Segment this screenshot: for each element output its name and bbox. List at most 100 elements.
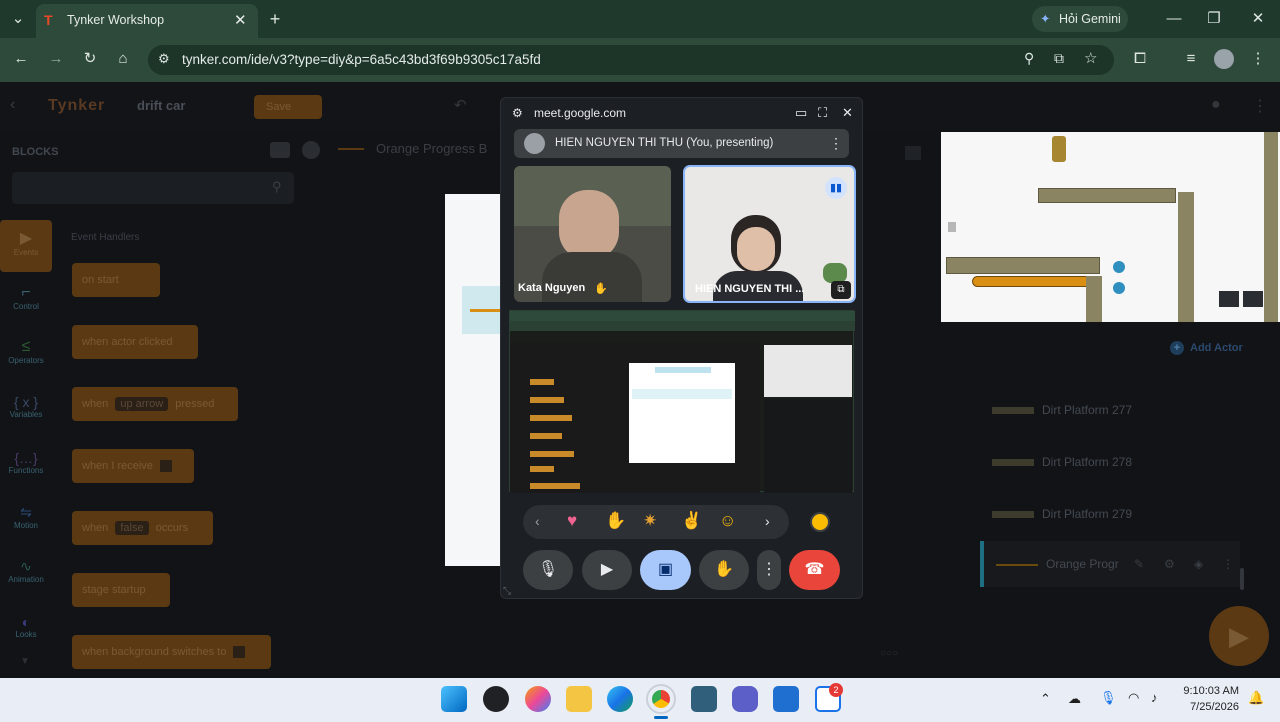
- thumbs-up-reaction-icon[interactable]: ✋: [605, 511, 626, 531]
- add-block-icon[interactable]: [302, 141, 320, 159]
- tab-search-icon[interactable]: ⌄: [8, 9, 28, 29]
- reload-icon[interactable]: ↻: [80, 49, 100, 69]
- code-toggle-icon[interactable]: [905, 146, 921, 160]
- terminal-icon[interactable]: [691, 686, 717, 712]
- cloud-sync-icon[interactable]: ☁: [1068, 691, 1081, 707]
- search-icon[interactable]: ⚲: [272, 179, 282, 195]
- settings-icon[interactable]: ⚙: [1164, 541, 1175, 587]
- clapping-reaction-icon[interactable]: ✌: [681, 511, 702, 531]
- block-when-i-receive[interactable]: when I receive: [72, 449, 194, 483]
- actor-row[interactable]: Dirt Platform 278: [980, 439, 1240, 485]
- address-bar[interactable]: ⚙ tynker.com/ide/v3?type=diy&p=6a5c43bd3…: [148, 45, 1114, 75]
- tynker-back-icon[interactable]: ‹: [10, 96, 15, 114]
- tynker-menu-icon[interactable]: ⋮: [1252, 96, 1268, 116]
- close-tab-icon[interactable]: ✕: [234, 11, 247, 29]
- pip-expand-icon[interactable]: ⛶: [818, 105, 827, 121]
- meet-site-icon[interactable]: ⚙: [512, 106, 523, 120]
- browser-tab[interactable]: T Tynker Workshop ✕: [36, 4, 258, 38]
- stage-grid-icon[interactable]: [1219, 291, 1239, 307]
- scroll-down-icon[interactable]: ▼: [20, 656, 30, 667]
- save-button[interactable]: Save: [254, 95, 322, 119]
- actor-list-scrollbar[interactable]: [1240, 568, 1244, 590]
- edge-icon[interactable]: [607, 686, 633, 712]
- add-actor-button[interactable]: + Add Actor: [1170, 341, 1243, 355]
- actor-row-selected[interactable]: Orange Progr ✎ ⚙ ◈ ⋮: [980, 541, 1240, 587]
- store-icon[interactable]: [773, 686, 799, 712]
- reactions-next-icon[interactable]: ›: [765, 513, 770, 529]
- install-app-icon[interactable]: ⧉: [1054, 50, 1064, 67]
- profile-avatar[interactable]: [1214, 49, 1234, 69]
- category-operators[interactable]: ≤ Operators: [0, 336, 52, 388]
- category-animation[interactable]: ∿ Animation: [0, 556, 52, 608]
- block-when-occurs[interactable]: when false occurs: [72, 511, 213, 545]
- category-control[interactable]: ⌐ Control: [0, 280, 52, 332]
- minimize-icon[interactable]: —: [1164, 9, 1184, 29]
- blocks-search-input[interactable]: [12, 172, 294, 204]
- block-when-actor-clicked[interactable]: when actor clicked: [72, 325, 198, 359]
- tile-pin-icon[interactable]: ⧉: [831, 281, 851, 299]
- self-tile[interactable]: ▮▮ HIEN NGUYEN THI ... ⧉: [683, 165, 856, 303]
- actor-row[interactable]: Dirt Platform 279: [980, 491, 1240, 537]
- layers-icon[interactable]: ◈: [1194, 541, 1203, 587]
- meet-close-icon[interactable]: ✕: [842, 105, 853, 121]
- hang-up-button[interactable]: ☎: [789, 550, 840, 590]
- present-screen-button[interactable]: ▣: [640, 550, 691, 590]
- block-when-background-switches[interactable]: when background switches to: [72, 635, 271, 669]
- category-variables[interactable]: { x } Variables: [0, 392, 52, 444]
- start-windows-icon[interactable]: [441, 686, 467, 712]
- wifi-icon[interactable]: ◠: [1128, 690, 1139, 706]
- media-control-icon[interactable]: ≡: [1181, 49, 1201, 69]
- project-name[interactable]: drift car: [137, 98, 185, 113]
- microphone-in-use-icon[interactable]: 🎙: [1100, 690, 1117, 706]
- key-dropdown[interactable]: up arrow: [115, 397, 169, 411]
- stage-fullscreen-icon[interactable]: [1243, 291, 1263, 307]
- skin-tone-selector[interactable]: [810, 512, 830, 532]
- party-popper-reaction-icon[interactable]: ✷: [643, 511, 657, 531]
- new-tab-icon[interactable]: +: [265, 9, 285, 29]
- zoom-icon[interactable]: ⚲: [1024, 50, 1034, 67]
- chrome-icon[interactable]: [646, 684, 676, 714]
- back-icon[interactable]: ←: [11, 49, 31, 69]
- window-close-icon[interactable]: ✕: [1248, 9, 1268, 29]
- camera-popup-icon[interactable]: ▭: [795, 105, 807, 121]
- category-events[interactable]: ▶ Events: [0, 220, 52, 272]
- block-view-icon[interactable]: [270, 142, 290, 158]
- gemini-button[interactable]: ✦ Hỏi Gemini: [1032, 6, 1128, 32]
- extensions-icon[interactable]: ⧠: [1130, 49, 1150, 69]
- block-stage-startup[interactable]: stage startup: [72, 573, 170, 607]
- chrome-menu-icon[interactable]: ⋮: [1248, 49, 1268, 69]
- actor-menu-icon[interactable]: ⋮: [1222, 541, 1234, 587]
- copilot-icon[interactable]: [525, 686, 551, 712]
- presenter-menu-icon[interactable]: ⋮: [829, 135, 843, 152]
- file-explorer-icon[interactable]: [566, 686, 592, 712]
- camera-button[interactable]: ▶: [582, 550, 632, 590]
- category-functions[interactable]: {…} Functions: [0, 448, 52, 500]
- message-slot[interactable]: [160, 460, 172, 473]
- more-options-button[interactable]: ⋮: [757, 550, 781, 590]
- block-on-start[interactable]: on start: [72, 263, 160, 297]
- restore-icon[interactable]: ❐: [1204, 9, 1224, 29]
- resize-handle-icon[interactable]: ⤡: [503, 586, 511, 597]
- site-info-icon[interactable]: ⚙: [158, 51, 170, 67]
- stage-handle[interactable]: [948, 222, 956, 232]
- play-button[interactable]: ▶: [1209, 606, 1269, 666]
- microphone-button[interactable]: 🎙: [523, 550, 573, 590]
- block-when-key-pressed[interactable]: when up arrow pressed: [72, 387, 238, 421]
- home-icon[interactable]: ⌂: [113, 49, 133, 69]
- reactions-prev-icon[interactable]: ‹: [535, 513, 540, 529]
- raise-hand-button[interactable]: ✋: [699, 550, 749, 590]
- show-hidden-icons-icon[interactable]: ⌃: [1040, 691, 1051, 707]
- edit-icon[interactable]: ✎: [1134, 541, 1144, 587]
- actor-row[interactable]: Dirt Platform 277: [980, 387, 1240, 433]
- condition-slot[interactable]: false: [115, 521, 149, 535]
- sparkling-heart-reaction-icon[interactable]: ♥: [567, 511, 577, 531]
- clock-date[interactable]: 7/25/2026: [1182, 701, 1239, 713]
- volume-icon[interactable]: ♪: [1151, 690, 1158, 705]
- teams-icon[interactable]: [732, 686, 758, 712]
- undo-icon[interactable]: ↶: [454, 96, 467, 114]
- background-slot[interactable]: [233, 646, 246, 659]
- participant-tile[interactable]: Kata Nguyen ✋: [514, 166, 671, 302]
- notifications-bell-icon[interactable]: 🔔: [1248, 690, 1264, 706]
- bookmark-star-icon[interactable]: ☆: [1084, 49, 1097, 67]
- clock-time[interactable]: 9:10:03 AM: [1182, 685, 1239, 697]
